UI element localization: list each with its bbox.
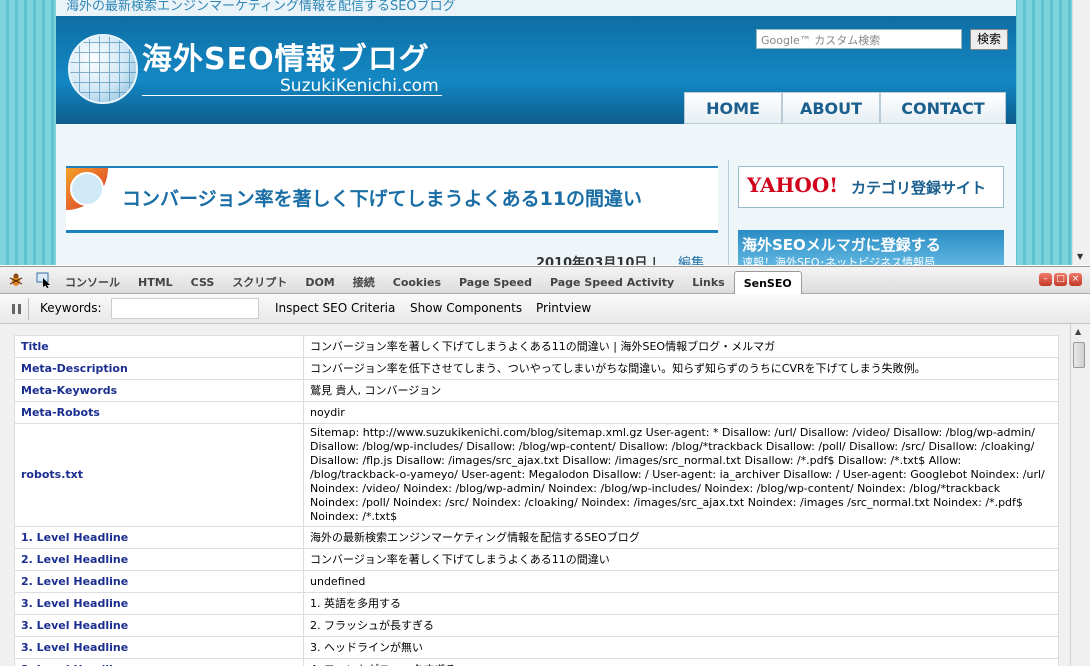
inspect-seo-criteria-button[interactable]: Inspect SEO Criteria	[275, 301, 395, 315]
tab-console[interactable]: コンソール	[56, 271, 129, 295]
site-tagline: 海外の最新検索エンジンマーケティング情報を配信するSEOブログ	[66, 0, 456, 14]
scroll-up-arrow-icon[interactable]: ▲	[1075, 327, 1081, 336]
firebug-bug-icon[interactable]	[8, 272, 24, 288]
yahoo-banner-text: カテゴリ登録サイト	[851, 179, 987, 197]
logo-subtitle[interactable]: SuzukiKenichi.com	[280, 76, 439, 96]
criteria-value: Sitemap: http://www.suzukikenichi.com/bl…	[303, 423, 1059, 527]
newsletter-title: 海外SEOメルマガに登録する	[742, 236, 941, 254]
minimize-icon[interactable]: –	[1039, 273, 1052, 286]
criteria-name: 3. Level Headline	[14, 614, 304, 637]
criteria-value: 鷲見 貴人, コンバージョン	[303, 379, 1059, 402]
criteria-name: robots.txt	[14, 423, 304, 527]
post-title-banner: コンバージョン率を著しく下げてしまうよくある11の間違い	[66, 166, 718, 233]
site-header: 海外SEO情報ブログ SuzukiKenichi.com Google™ カスタ…	[56, 16, 1016, 124]
criteria-value: undefined	[303, 570, 1059, 593]
seo-criteria-table: Title コンバージョン率を著しく下げてしまうよくある11の間違い | 海外SE…	[14, 335, 1059, 666]
table-row: Title コンバージョン率を著しく下げてしまうよくある11の間違い | 海外SE…	[14, 335, 1059, 358]
tab-net[interactable]: 接続	[344, 271, 384, 295]
criteria-value: 1. 英語を多用する	[303, 592, 1059, 615]
firebug-tabs: コンソール HTML CSS スクリプト DOM 接続 Cookies Page…	[56, 271, 802, 295]
inspect-element-icon[interactable]	[36, 272, 52, 288]
main-nav: HOME ABOUT CONTACT	[684, 92, 1006, 124]
panel-scrollbar[interactable]: ▲	[1070, 324, 1088, 666]
post-globe-icon	[66, 168, 108, 210]
site-search-input[interactable]: Google™ カスタム検索	[756, 29, 962, 49]
nav-home[interactable]: HOME	[684, 92, 782, 124]
criteria-value: 海外の最新検索エンジンマーケティング情報を配信するSEOブログ	[303, 526, 1059, 549]
criteria-value: noydir	[303, 401, 1059, 424]
toolbar-separator	[28, 298, 29, 320]
scroll-down-arrow-icon[interactable]: ▼	[1077, 252, 1083, 261]
table-row: 1. Level Headline 海外の最新検索エンジンマーケティング情報を配信…	[14, 526, 1059, 549]
search-button[interactable]: 検索	[970, 29, 1008, 50]
table-row: Meta-Robots noydir	[14, 401, 1059, 424]
criteria-name: 2. Level Headline	[14, 570, 304, 593]
criteria-value: 2. フラッシュが長すぎる	[303, 614, 1059, 637]
yahoo-logo: YAHOO!	[747, 173, 839, 197]
close-icon[interactable]: ×	[1069, 273, 1082, 286]
sidebar-divider	[728, 160, 729, 265]
tab-page-speed-activity[interactable]: Page Speed Activity	[541, 271, 683, 295]
table-row: Meta-Description コンバージョン率を低下させてしまう、ついやってし…	[14, 357, 1059, 380]
criteria-name: 3. Level Headline	[14, 592, 304, 615]
nav-about[interactable]: ABOUT	[782, 92, 880, 124]
criteria-value: コンバージョン率を低下させてしまう、ついやってしまいがちな間違い。知らず知らずの…	[303, 357, 1059, 380]
tagline-bar: 海外の最新検索エンジンマーケティング情報を配信するSEOブログ	[56, 0, 1016, 16]
panel-window-buttons: – □ ×	[1039, 273, 1082, 286]
table-row: 3. Level Headline 3. ヘッドラインが無い	[14, 636, 1059, 659]
yahoo-category-banner[interactable]: YAHOO! カテゴリ登録サイト	[738, 166, 1004, 208]
tab-dom[interactable]: DOM	[296, 271, 343, 295]
printview-button[interactable]: Printview	[536, 301, 591, 315]
post-title[interactable]: コンバージョン率を著しく下げてしまうよくある11の間違い	[122, 184, 642, 211]
tab-script[interactable]: スクリプト	[223, 271, 296, 295]
table-row: 3. Level Headline 2. フラッシュが長すぎる	[14, 614, 1059, 637]
tab-cookies[interactable]: Cookies	[384, 271, 450, 295]
criteria-name: Meta-Robots	[14, 401, 304, 424]
criteria-name: 3. Level Headline	[14, 658, 304, 666]
tab-links[interactable]: Links	[683, 271, 733, 295]
criteria-value: 4. フォントがユニークすぎる	[303, 658, 1059, 666]
page-scrollbar[interactable]: ▼	[1072, 0, 1090, 265]
tab-css[interactable]: CSS	[182, 271, 224, 295]
tab-html[interactable]: HTML	[129, 271, 182, 295]
table-row: 2. Level Headline undefined	[14, 570, 1059, 593]
criteria-name: Meta-Keywords	[14, 379, 304, 402]
browser-page: 海外の最新検索エンジンマーケティング情報を配信するSEOブログ 海外SEO情報ブ…	[0, 0, 1090, 265]
criteria-name: 2. Level Headline	[14, 548, 304, 571]
table-row: Meta-Keywords 鷲見 貴人, コンバージョン	[14, 379, 1059, 402]
senseo-toolbar: Keywords: Inspect SEO Criteria Show Comp…	[0, 294, 1090, 324]
criteria-value: 3. ヘッドラインが無い	[303, 636, 1059, 659]
criteria-name: Title	[14, 335, 304, 358]
scrollbar-thumb[interactable]	[1073, 342, 1085, 368]
post-edit-link[interactable]: 編集	[678, 252, 704, 265]
table-row: 3. Level Headline 1. 英語を多用する	[14, 592, 1059, 615]
newsletter-subtitle: 速報！海外SEO･ネットビジネス情報局	[742, 256, 936, 265]
criteria-name: 1. Level Headline	[14, 526, 304, 549]
newsletter-banner[interactable]: 海外SEOメルマガに登録する 速報！海外SEO･ネットビジネス情報局	[738, 230, 1004, 265]
search-placeholder: Google™ カスタム検索	[761, 34, 881, 47]
keywords-label: Keywords:	[40, 301, 102, 315]
logo-title[interactable]: 海外SEO情報ブログ	[142, 34, 430, 78]
firebug-tab-bar: コンソール HTML CSS スクリプト DOM 接続 Cookies Page…	[0, 266, 1090, 295]
table-row: 2. Level Headline コンバージョン率を著しく下げてしまうよくある1…	[14, 548, 1059, 571]
senseo-results-panel: Title コンバージョン率を著しく下げてしまうよくある11の間違い | 海外SE…	[0, 324, 1090, 666]
nav-contact[interactable]: CONTACT	[880, 92, 1006, 124]
globe-logo-icon	[68, 34, 138, 104]
table-row: robots.txt Sitemap: http://www.suzukikeni…	[14, 423, 1059, 527]
criteria-value: コンバージョン率を著しく下げてしまうよくある11の間違い	[303, 548, 1059, 571]
criteria-value: コンバージョン率を著しく下げてしまうよくある11の間違い | 海外SEO情報ブロ…	[303, 335, 1059, 358]
show-components-button[interactable]: Show Components	[410, 301, 522, 315]
post-date: 2010年03月10日 |	[536, 256, 657, 265]
site-container: 海外の最新検索エンジンマーケティング情報を配信するSEOブログ 海外SEO情報ブ…	[56, 0, 1016, 265]
table-row: 3. Level Headline4. フォントがユニークすぎる	[14, 658, 1059, 666]
keywords-input[interactable]	[111, 298, 259, 319]
toolbar-grip-icon[interactable]	[12, 304, 21, 314]
tab-senseo[interactable]: SenSEO	[733, 271, 802, 295]
detach-icon[interactable]: □	[1054, 273, 1067, 286]
criteria-name: Meta-Description	[14, 357, 304, 380]
criteria-name: 3. Level Headline	[14, 636, 304, 659]
tab-page-speed[interactable]: Page Speed	[450, 271, 541, 295]
